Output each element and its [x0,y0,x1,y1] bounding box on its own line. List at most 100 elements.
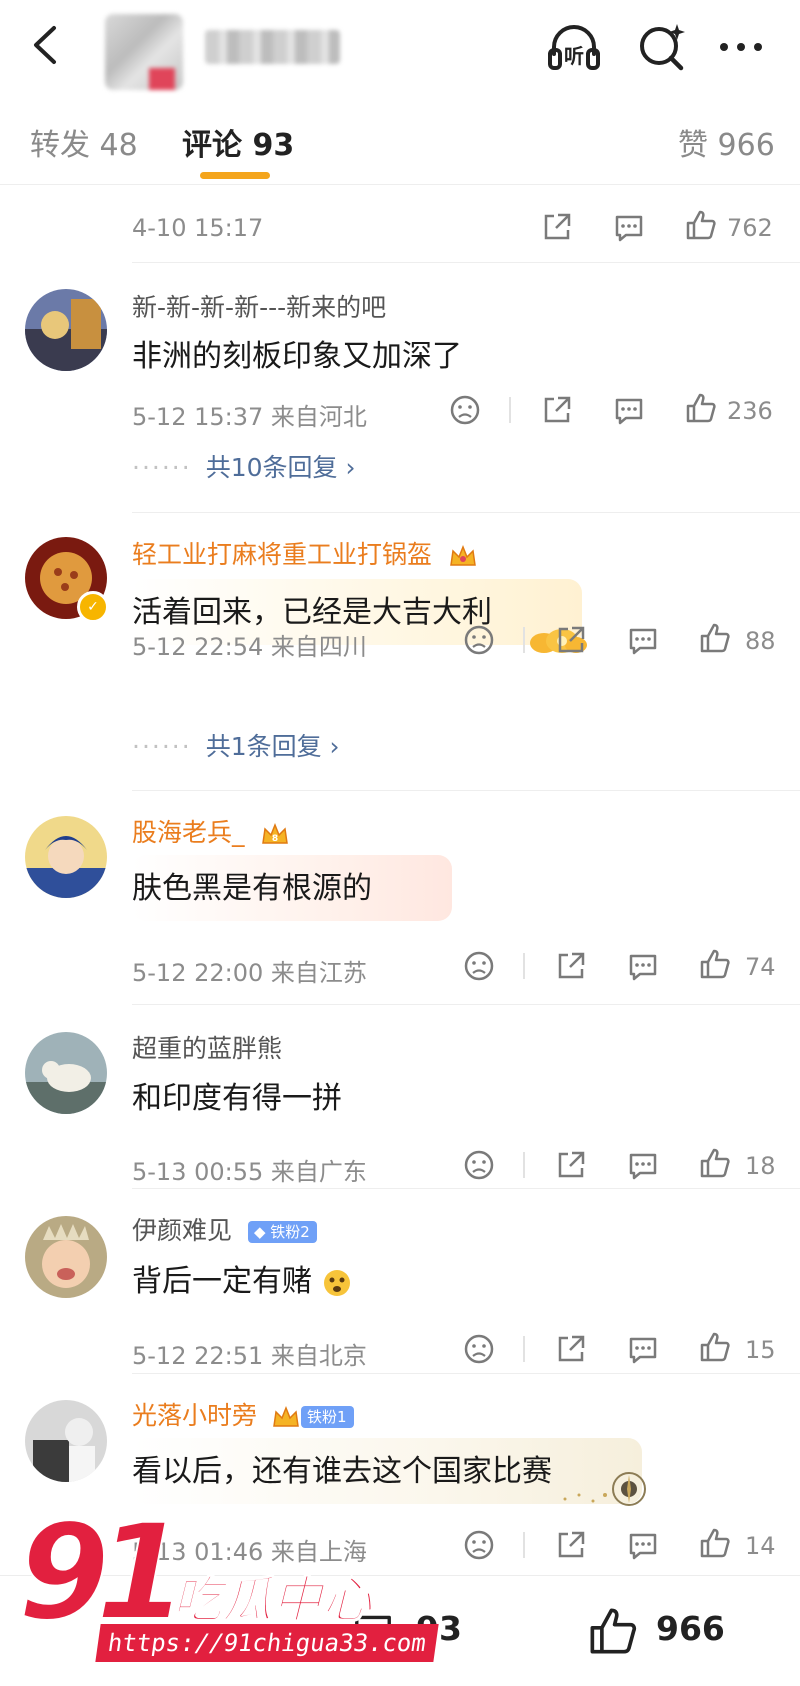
comment-time: 4-10 15:17 [132,214,264,242]
sad-face-icon[interactable] [462,623,496,657]
watermark-title: 吃瓜中心 [171,1570,373,1630]
like-thumb-icon[interactable] [698,621,732,655]
comment-item: 4-10 15:17 762 [0,184,800,264]
username-text: 轻工业打麻将重工业打锅盔 [132,540,433,569]
like-thumb-icon[interactable] [684,391,718,425]
view-replies-link[interactable]: ······ 共10条回复 › [132,448,355,484]
comment-time: 5-12 22:54 来自四川 [132,633,367,661]
sad-face-icon[interactable] [462,1332,496,1366]
share-icon[interactable] [540,210,574,244]
crown-icon [450,544,476,566]
sad-face-icon[interactable] [462,949,496,983]
more-button[interactable] [712,18,770,76]
comment-icon[interactable] [626,1148,660,1182]
comment-icon[interactable] [626,1528,660,1562]
reply-dots: ······ [132,453,192,482]
like-thumb-icon[interactable] [698,947,732,981]
watermark-url: https://91chigua33.com [95,1624,439,1662]
share-icon[interactable] [554,623,588,657]
avatar[interactable] [25,1400,107,1482]
comment-icon[interactable] [626,623,660,657]
comment-item: 股海老兵_ 8 肤色黑是有根源的 5-12 22:00 来自江苏 74 [0,791,800,1004]
comment-username[interactable]: 光落小时旁 铁粉1 [132,1396,354,1432]
comment-time: 5-13 00:55 来自广东 [132,1158,367,1186]
username-text: 股海老兵_ [132,818,245,847]
comment-item: ✓ 轻工业打麻将重工业打锅盔 活着回来，已经是大吉大利 5-12 22:54 来… [0,513,800,791]
comment-username[interactable]: 新-新-新-新---新来的吧 [132,288,386,324]
comment-time: 5-12 15:37 来自河北 [132,403,367,431]
comment-text: 看以后，还有谁去这个国家比赛 [132,1454,552,1489]
comment-text: 肤色黑是有根源的 [132,871,372,906]
tab-likes[interactable]: 赞 966 [678,120,775,164]
like-count: 15 [745,1336,776,1364]
comment-icon[interactable] [612,210,646,244]
like-count: 18 [745,1152,776,1180]
search-sparkle-icon [640,24,685,71]
separator [523,627,525,653]
like-count: 762 [727,214,773,242]
view-replies-link[interactable]: ······ 共1条回复 › [132,727,340,763]
avatar[interactable] [25,289,107,371]
search-button[interactable] [633,18,691,76]
sad-face-icon[interactable] [462,1148,496,1182]
comment-text: 活着回来，已经是大吉大利 [132,595,492,630]
share-icon[interactable] [554,1148,588,1182]
like-thumb-icon[interactable] [698,1330,732,1364]
comment-item: 新-新-新-新---新来的吧 非洲的刻板印象又加深了 5-12 15:37 来自… [0,263,800,513]
comment-username[interactable]: 股海老兵_ 8 [132,813,290,849]
site-watermark: 91 吃瓜中心 https://91chigua33.com [14,1495,439,1668]
tab-comment[interactable]: 评论 93 [182,120,294,164]
replies-label: 共10条回复 › [205,453,356,482]
avatar[interactable] [25,1032,107,1114]
tab-repost[interactable]: 转发 48 [30,120,138,164]
listen-button[interactable]: 听 [545,18,603,76]
comment-text: 和印度有得一拼 [132,1081,342,1116]
more-dots-icon [720,43,762,51]
top-bar: 听 [0,0,800,92]
username-text: 伊颜难见 [132,1216,233,1245]
comment-username[interactable]: 伊颜难见 ◆ 铁粉2 [132,1211,317,1247]
svg-text:8: 8 [272,834,278,844]
listen-label: 听 [564,44,584,68]
back-arrow-icon[interactable] [22,20,72,70]
worried-emoji-icon [323,1269,350,1296]
sad-face-icon[interactable] [462,1528,496,1562]
comment-icon[interactable] [626,949,660,983]
fan-level-badge: ◆ 铁粉2 [247,1221,317,1243]
separator [523,953,525,979]
separator [523,1152,525,1178]
like-thumb-icon[interactable] [684,208,718,242]
like-count-total: 966 [656,1609,725,1648]
like-thumb-icon[interactable] [698,1146,732,1180]
share-icon[interactable] [554,1332,588,1366]
like-count: 88 [745,627,776,655]
comment-text-content: 背后一定有赌 [132,1264,312,1299]
blurred-author-avatar[interactable] [105,14,183,90]
verified-badge-icon: ✓ [77,591,109,623]
avatar[interactable] [25,1216,107,1298]
comment-username[interactable]: 超重的蓝胖熊 [132,1029,282,1065]
headphones-icon: 听 [548,25,600,70]
comment-item: 超重的蓝胖熊 和印度有得一拼 5-13 00:55 来自广东 18 [0,1005,800,1188]
avatar[interactable] [25,816,107,898]
compass-decoration-icon [563,1472,646,1506]
share-icon[interactable] [554,1528,588,1562]
like-thumb-icon[interactable] [698,1526,732,1560]
comment-icon[interactable] [626,1332,660,1366]
fan-badge-label: 铁粉1 [306,1408,347,1426]
comment-username[interactable]: 轻工业打麻将重工业打锅盔 [132,535,478,571]
fan-level-badge: 铁粉1 [300,1406,354,1428]
separator [523,1336,525,1362]
comment-icon[interactable] [612,393,646,427]
share-icon[interactable] [540,393,574,427]
crown-icon [273,1405,299,1427]
blurred-author-name[interactable] [205,30,340,64]
like-count-button[interactable]: 966 [580,1596,780,1666]
sad-face-icon[interactable] [448,393,482,427]
separator [523,1532,525,1558]
like-count: 14 [745,1532,776,1560]
replies-label: 共1条回复 › [205,732,340,761]
share-icon[interactable] [554,949,588,983]
comment-item: 伊颜难见 ◆ 铁粉2 背后一定有赌 5-12 22:51 来自北京 15 [0,1189,800,1373]
comment-text: 非洲的刻板印象又加深了 [132,339,462,374]
